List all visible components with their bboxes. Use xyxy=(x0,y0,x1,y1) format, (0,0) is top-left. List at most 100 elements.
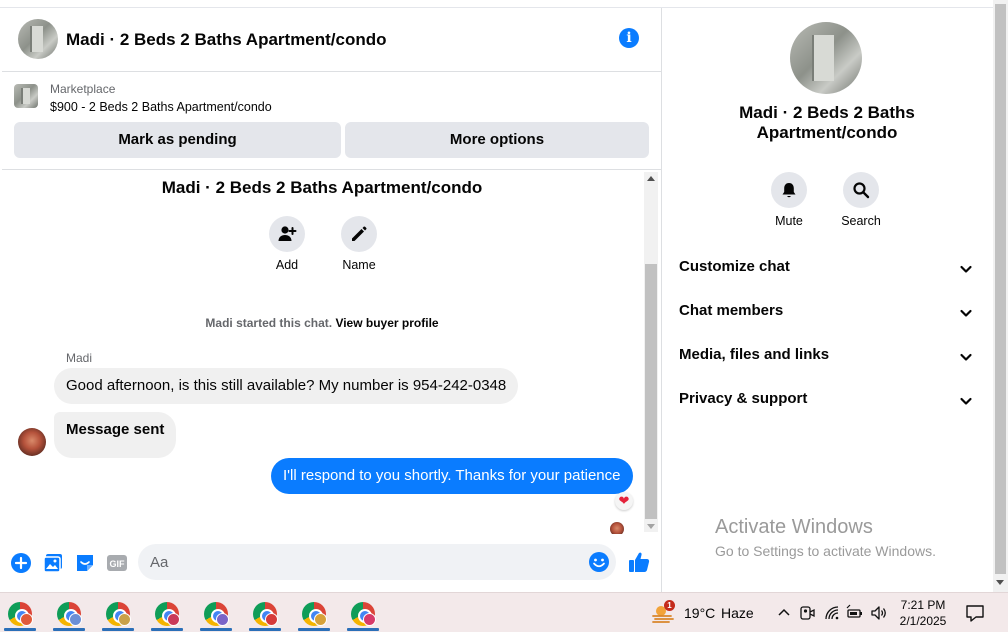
thread-scrollbar[interactable] xyxy=(644,172,658,532)
profile-badge xyxy=(216,613,229,626)
view-buyer-profile-link[interactable]: View buyer profile xyxy=(335,316,438,330)
chrome-taskbar-button[interactable] xyxy=(196,597,236,631)
search-label: Search xyxy=(841,214,881,228)
windows-taskbar: 1 19°C Haze 7:21 PM 2/1/2025 xyxy=(0,592,1008,632)
chrome-taskbar-button[interactable] xyxy=(343,597,383,631)
watermark-line1: Activate Windows xyxy=(715,516,873,538)
running-indicator xyxy=(347,628,379,631)
add-person-icon xyxy=(269,216,305,252)
running-indicator xyxy=(200,628,232,631)
details-title: Madi · 2 Beds 2 Baths Apartment/condo xyxy=(739,103,915,142)
gif-label: GIF xyxy=(110,559,126,569)
emoji-icon[interactable] xyxy=(588,551,610,573)
listing-thumbnail[interactable] xyxy=(14,84,38,108)
chrome-taskbar-button[interactable] xyxy=(0,597,40,631)
search-icon xyxy=(843,172,879,208)
sticker-icon[interactable] xyxy=(74,552,96,574)
pencil-icon xyxy=(341,216,377,252)
section-title: Media, files and links xyxy=(679,346,830,363)
chevron-down-icon xyxy=(960,353,972,361)
chevron-down-icon xyxy=(960,265,972,273)
chrome-taskbar-button[interactable] xyxy=(245,597,285,631)
running-indicator xyxy=(4,628,36,631)
chrome-taskbar-button[interactable] xyxy=(147,597,187,631)
incoming-message[interactable]: Message sent xyxy=(54,412,177,458)
section-title: Chat members xyxy=(679,302,784,319)
search-in-conversation-button[interactable]: Search xyxy=(831,172,891,228)
profile-badge xyxy=(265,613,278,626)
scroll-down-arrow-icon[interactable] xyxy=(647,524,655,529)
plus-circle-icon[interactable] xyxy=(10,552,32,574)
sender-avatar[interactable] xyxy=(18,428,46,456)
running-indicator xyxy=(53,628,85,631)
weather-badge: 1 xyxy=(664,600,675,611)
mute-button[interactable]: Mute xyxy=(759,172,819,228)
gif-icon[interactable]: GIF xyxy=(106,552,128,574)
add-label: Add xyxy=(275,258,299,272)
customize-chat-section[interactable]: Customize chat xyxy=(671,248,981,288)
chat-avatar[interactable] xyxy=(18,19,58,59)
activate-windows-watermark: Activate Windows Go to Settings to activ… xyxy=(715,516,936,559)
running-indicator xyxy=(298,628,330,631)
chrome-taskbar-button[interactable] xyxy=(98,597,138,631)
clock-time: 7:21 PM xyxy=(900,598,946,612)
more-options-button[interactable]: More options xyxy=(345,122,649,158)
chrome-taskbar-button[interactable] xyxy=(49,597,89,631)
chat-header: Madi · 2 Beds 2 Baths Apartment/condo i xyxy=(2,8,662,72)
profile-badge xyxy=(118,613,131,626)
add-people-button[interactable]: Add xyxy=(257,216,317,272)
message-thread: Madi · 2 Beds 2 Baths Apartment/condo Ad… xyxy=(2,172,642,534)
outgoing-message[interactable]: I'll respond to you shortly. Thanks for … xyxy=(271,458,633,494)
profile-badge xyxy=(314,613,327,626)
chat-started-notice: Madi started this chat. View buyer profi… xyxy=(2,316,642,330)
thumbs-up-icon[interactable] xyxy=(627,550,651,574)
section-title: Customize chat xyxy=(679,258,790,275)
chat-title[interactable]: Madi · 2 Beds 2 Baths Apartment/condo xyxy=(66,30,387,50)
media-files-links-section[interactable]: Media, files and links xyxy=(671,336,981,376)
scroll-thumb[interactable] xyxy=(645,264,657,519)
chevron-down-icon xyxy=(960,397,972,405)
name-label: Name xyxy=(342,258,376,272)
notifications-icon[interactable] xyxy=(965,603,985,623)
wifi-icon[interactable] xyxy=(823,604,841,622)
battery-icon[interactable] xyxy=(846,604,864,622)
listing-source: Marketplace xyxy=(50,82,116,96)
chat-details-panel: Madi · 2 Beds 2 Baths Apartment/condo Mu… xyxy=(663,8,993,592)
clock[interactable]: 7:21 PM 2/1/2025 xyxy=(895,597,951,629)
chevron-up-icon[interactable] xyxy=(775,604,793,622)
info-icon[interactable]: i xyxy=(619,28,639,48)
bell-icon xyxy=(771,172,807,208)
marketplace-listing-bar: Marketplace $900 - 2 Beds 2 Baths Apartm… xyxy=(2,72,662,170)
name-chat-button[interactable]: Name xyxy=(329,216,389,272)
mark-as-pending-button[interactable]: Mark as pending xyxy=(14,122,341,158)
scroll-down-arrow-icon[interactable] xyxy=(996,580,1004,585)
chat-panel: Madi · 2 Beds 2 Baths Apartment/condo i … xyxy=(2,8,662,592)
message-composer: GIF xyxy=(2,542,662,586)
chrome-taskbar-button[interactable] xyxy=(294,597,334,631)
section-title: Privacy & support xyxy=(679,390,808,407)
chevron-down-icon xyxy=(960,309,972,317)
listing-price-title[interactable]: $900 - 2 Beds 2 Baths Apartment/condo xyxy=(50,100,272,114)
meet-now-icon[interactable] xyxy=(798,604,816,622)
chat-started-text: Madi started this chat. xyxy=(205,316,336,330)
running-indicator xyxy=(249,628,281,631)
scroll-up-arrow-icon[interactable] xyxy=(647,176,655,181)
chat-members-section[interactable]: Chat members xyxy=(671,292,981,332)
thread-title: Madi · 2 Beds 2 Baths Apartment/condo xyxy=(161,178,483,197)
privacy-support-section[interactable]: Privacy & support xyxy=(671,380,981,420)
temperature[interactable]: 19°C xyxy=(684,605,715,621)
mute-label: Mute xyxy=(775,214,803,228)
message-input[interactable] xyxy=(138,544,616,580)
watermark-line2: Go to Settings to activate Windows. xyxy=(715,543,936,559)
heart-reaction-icon[interactable]: ❤ xyxy=(615,492,633,510)
details-avatar[interactable] xyxy=(790,22,862,94)
weather-condition[interactable]: Haze xyxy=(721,605,754,621)
running-indicator xyxy=(151,628,183,631)
page-scroll-thumb[interactable] xyxy=(995,4,1006,574)
profile-badge xyxy=(167,613,180,626)
incoming-message[interactable]: Good afternoon, is this still available?… xyxy=(54,368,519,404)
volume-icon[interactable] xyxy=(870,604,888,622)
photo-icon[interactable] xyxy=(42,552,64,574)
profile-badge xyxy=(20,613,33,626)
page-scrollbar[interactable] xyxy=(993,0,1008,592)
